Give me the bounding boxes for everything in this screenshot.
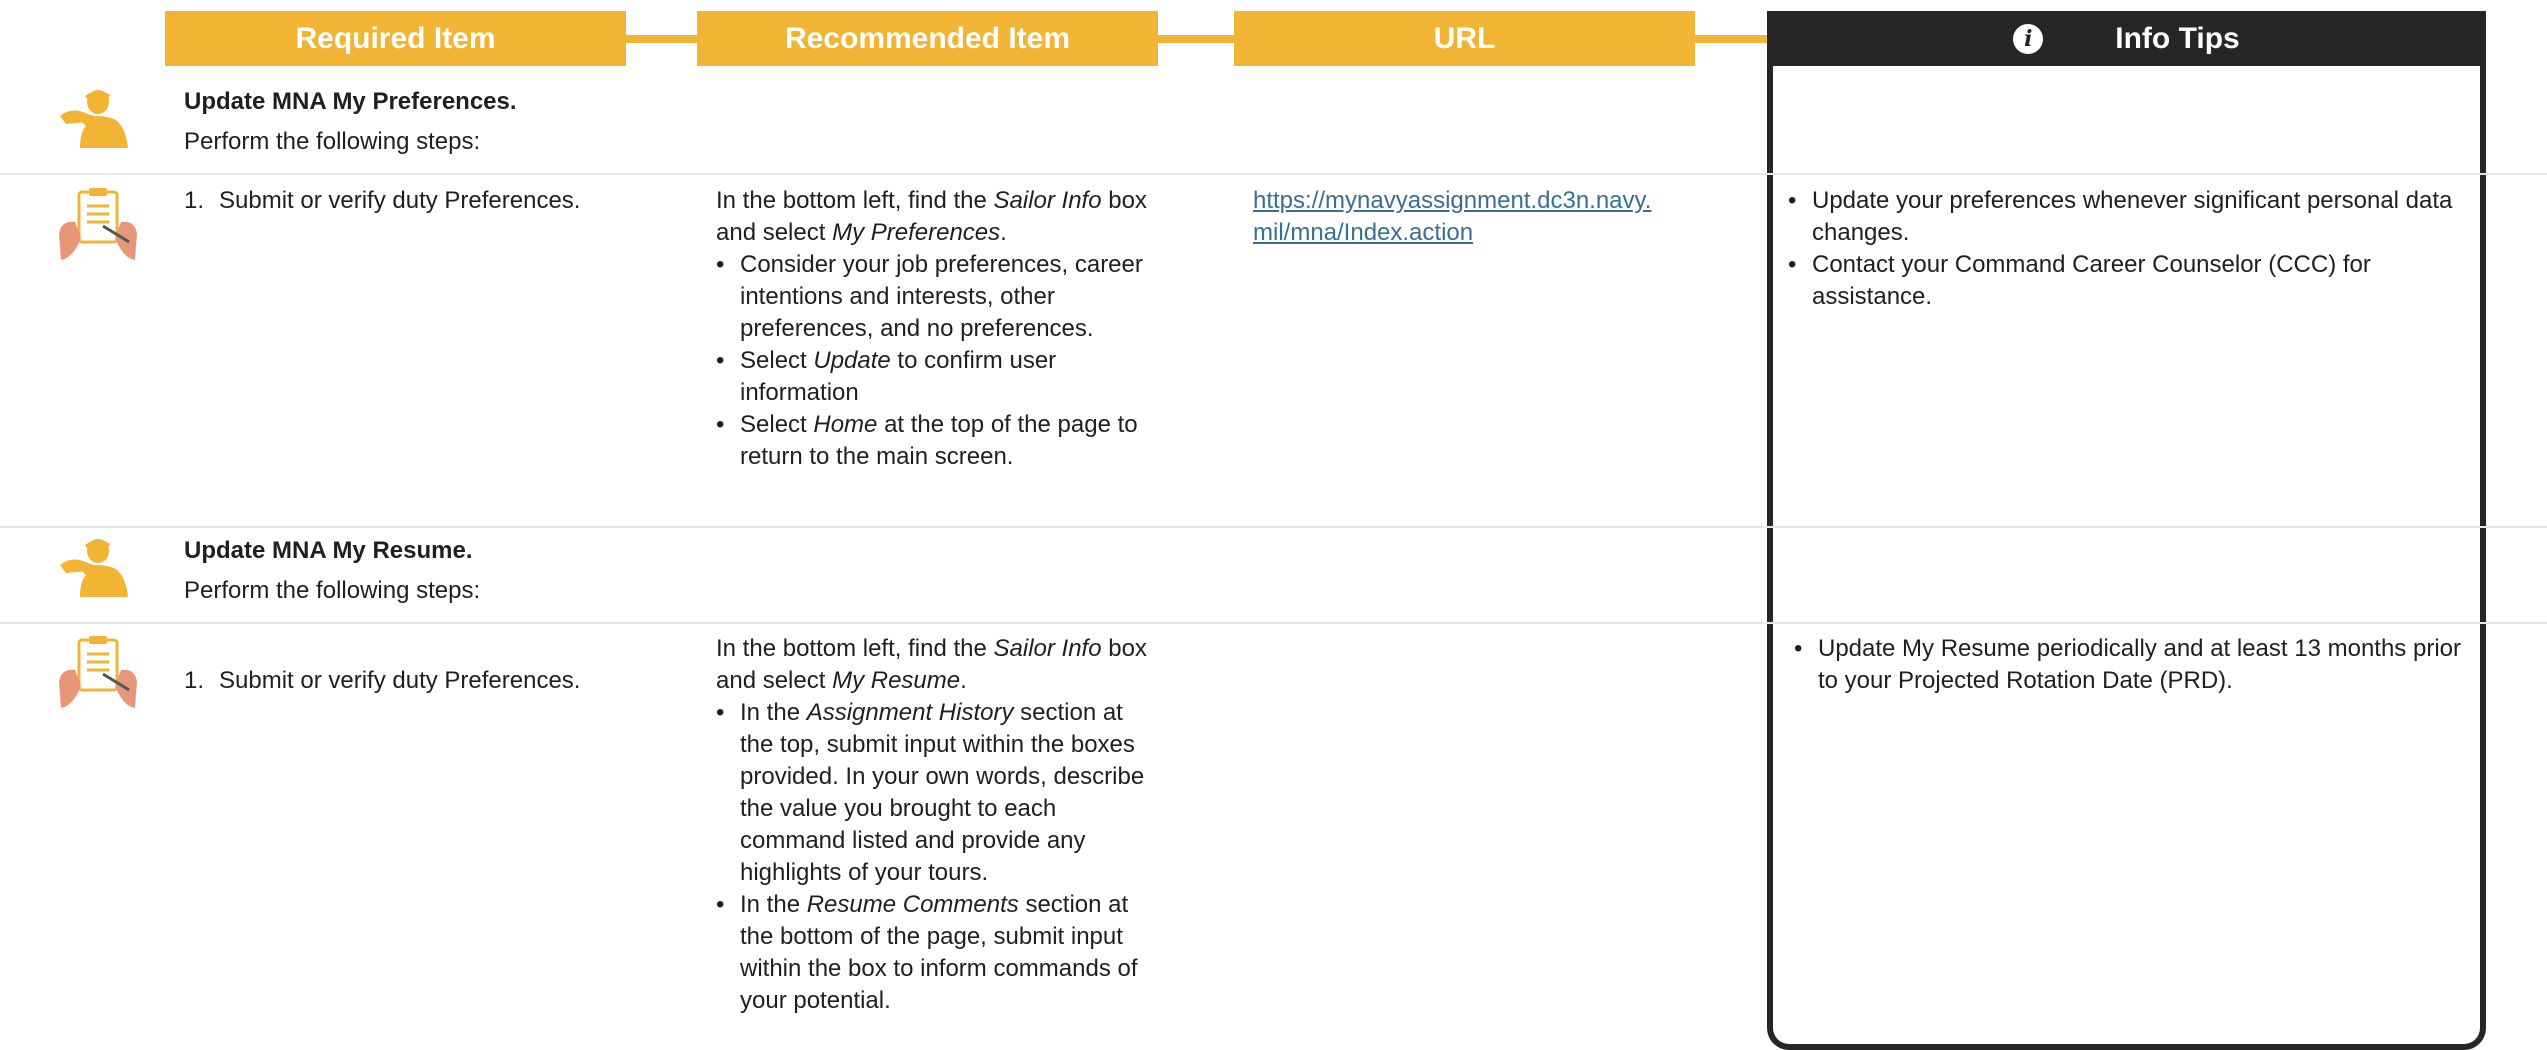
section-1-recommended-intro: In the bottom left, find the Sailor Info… [716,185,1156,249]
header-recommended-item: Recommended Item [697,11,1158,66]
section-1-info-tips: Update your preferences whenever signifi… [1788,185,2468,313]
rec-text-italic: Sailor Info [993,187,1102,214]
row-divider [0,622,2547,624]
url-line: https://mynavyassignment.dc3n.navy. [1253,187,1652,214]
rec-text: In the bottom left, find the [716,187,994,214]
rec-text-italic: My Resume [832,667,961,694]
row-divider [0,173,2547,175]
step-number: 1. [184,667,205,694]
bullet-text-italic: Home [813,411,878,438]
section-2-recommended: In the bottom left, find the Sailor Info… [716,633,1156,1017]
header-info-tips: i Info Tips [1767,11,2486,66]
bullet-text: Select [740,347,814,374]
tip-item: Update My Resume periodically and at lea… [1794,633,2464,697]
clipboard-checklist-icon [59,188,137,260]
section-1-recommended-bullets: Consider your job preferences, career in… [716,249,1156,473]
mna-url-link[interactable]: https://mynavyassignment.dc3n.navy. mil/… [1253,185,1713,249]
section-1-subtitle: Perform the following steps: [184,128,481,155]
bullet-text-italic: Update [813,347,891,374]
bullet-text-italic: Resume Comments [806,891,1019,918]
tip-item: Contact your Command Career Counselor (C… [1788,249,2468,313]
section-1-title: Update MNA My Preferences. [184,88,517,115]
rec-text-italic: Sailor Info [993,635,1102,662]
section-1-recommended: In the bottom left, find the Sailor Info… [716,185,1156,473]
section-2-info-tips: Update My Resume periodically and at lea… [1794,633,2464,697]
section-2-required-text: Submit or verify duty Preferences. [219,667,581,694]
saluting-sailor-icon [60,90,128,148]
bullet-item: In the Assignment History section at the… [716,697,1156,889]
section-2-recommended-bullets: In the Assignment History section at the… [716,697,1156,1017]
section-2-step: 1. Submit or verify duty Preferences. [184,665,719,697]
bullet-text: section at the top, submit input within … [740,699,1145,886]
bullet-text: In the [740,891,807,918]
header-info-label: Info Tips [2115,21,2240,55]
clipboard-checklist-icon [59,636,137,708]
bullet-text-italic: Assignment History [806,699,1014,726]
rec-text: In the bottom left, find the [716,635,994,662]
bullet-item: Consider your job preferences, career in… [716,249,1156,345]
section-2-title: Update MNA My Resume. [184,537,473,564]
section-1-required-text: Submit or verify duty Preferences. [219,187,581,214]
bullet-item: Select Home at the top of the page to re… [716,409,1156,473]
header-recommended-label: Recommended Item [784,21,1071,55]
bullet-text: Select [740,411,814,438]
header-url: URL [1234,11,1695,66]
row-divider [0,526,2547,528]
info-icon: i [2013,23,2044,54]
tip-item: Update your preferences whenever signifi… [1788,185,2468,249]
section-1-step: 1. Submit or verify duty Preferences. [184,185,719,217]
bullet-item: Select Update to confirm user informatio… [716,345,1156,409]
rec-text: . [1000,219,1007,246]
rec-text-italic: My Preferences [832,219,1001,246]
section-2-subtitle: Perform the following steps: [184,577,481,604]
section-2-recommended-intro: In the bottom left, find the Sailor Info… [716,633,1156,697]
header-required-label: Required Item [295,21,496,55]
header-url-label: URL [1433,21,1496,55]
saluting-sailor-icon [60,539,128,597]
bullet-item: In the Resume Comments section at the bo… [716,889,1156,1017]
bullet-text: In the [740,699,807,726]
url-line: mil/mna/Index.action [1253,219,1474,246]
step-number: 1. [184,187,205,214]
header-required-item: Required Item [165,11,626,66]
rec-text: . [960,667,967,694]
